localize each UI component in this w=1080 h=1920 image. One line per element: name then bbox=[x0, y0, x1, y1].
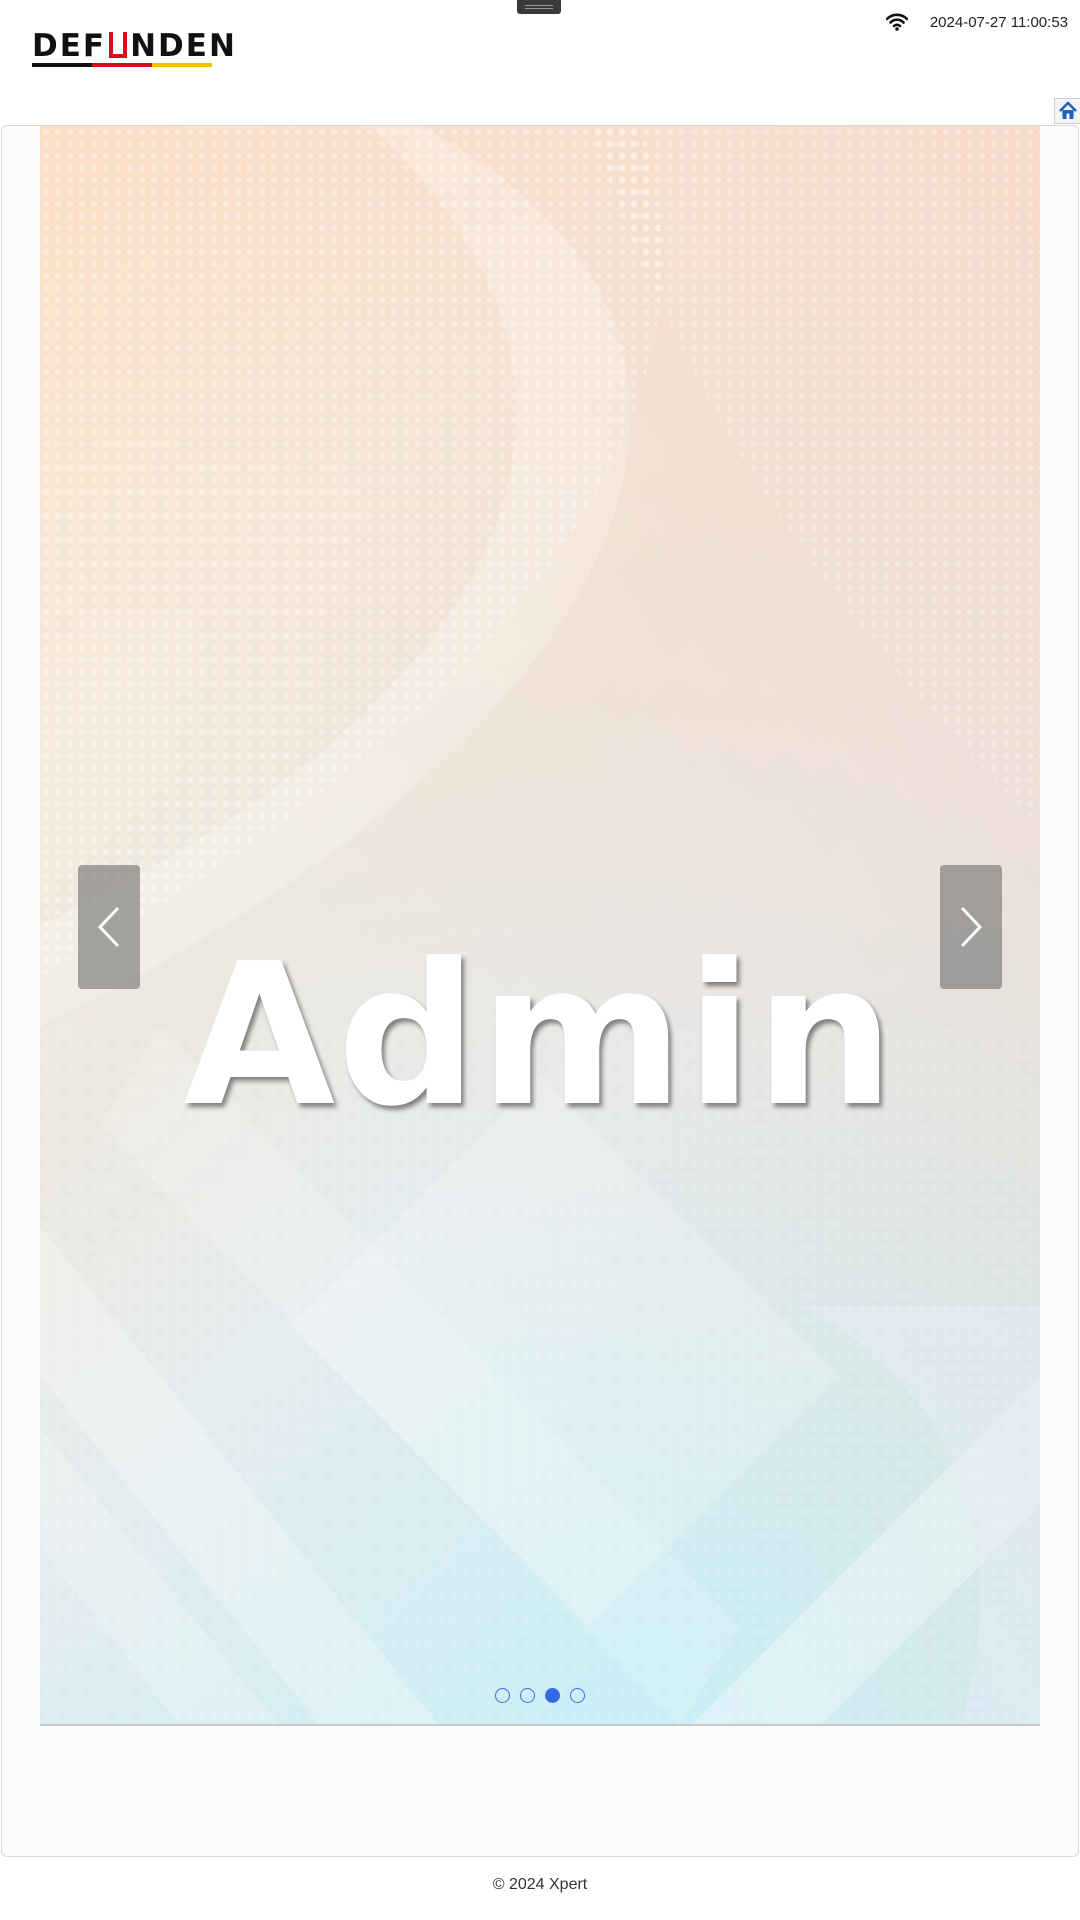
carousel-indicator-3[interactable] bbox=[545, 1688, 560, 1703]
logo-stripe-black bbox=[32, 63, 92, 67]
carousel-indicator-1[interactable] bbox=[495, 1688, 510, 1703]
carousel-indicator-2[interactable] bbox=[520, 1688, 535, 1703]
slide-title: Admin bbox=[183, 922, 897, 1150]
carousel-indicators bbox=[40, 1688, 1040, 1703]
top-bar: DEF NDEN 2024-07-27 11:00:53 bbox=[0, 0, 1080, 100]
brand-logo: DEF NDEN bbox=[32, 30, 235, 67]
chevron-right-icon bbox=[960, 906, 983, 948]
logo-stripe-red bbox=[92, 63, 152, 67]
logo-u-mark bbox=[109, 32, 128, 58]
carousel-next-button[interactable] bbox=[940, 865, 1002, 989]
home-button[interactable] bbox=[1054, 98, 1080, 124]
logo-wordmark: DEF NDEN bbox=[32, 28, 237, 64]
footer-copyright: © 2024 Xpert bbox=[492, 1876, 588, 1893]
carousel-prev-button[interactable] bbox=[78, 865, 140, 989]
drag-handle[interactable] bbox=[517, 0, 561, 14]
carousel-indicator-4[interactable] bbox=[570, 1688, 585, 1703]
chevron-left-icon bbox=[97, 906, 120, 948]
home-icon bbox=[1058, 101, 1077, 119]
status-area: 2024-07-27 11:00:53 bbox=[885, 10, 1068, 34]
wifi-icon bbox=[885, 13, 908, 31]
slide-carousel[interactable]: Admin bbox=[40, 126, 1040, 1726]
logo-stripe-yellow bbox=[152, 63, 212, 67]
clock-datetime: 2024-07-27 11:00:53 bbox=[929, 13, 1068, 31]
